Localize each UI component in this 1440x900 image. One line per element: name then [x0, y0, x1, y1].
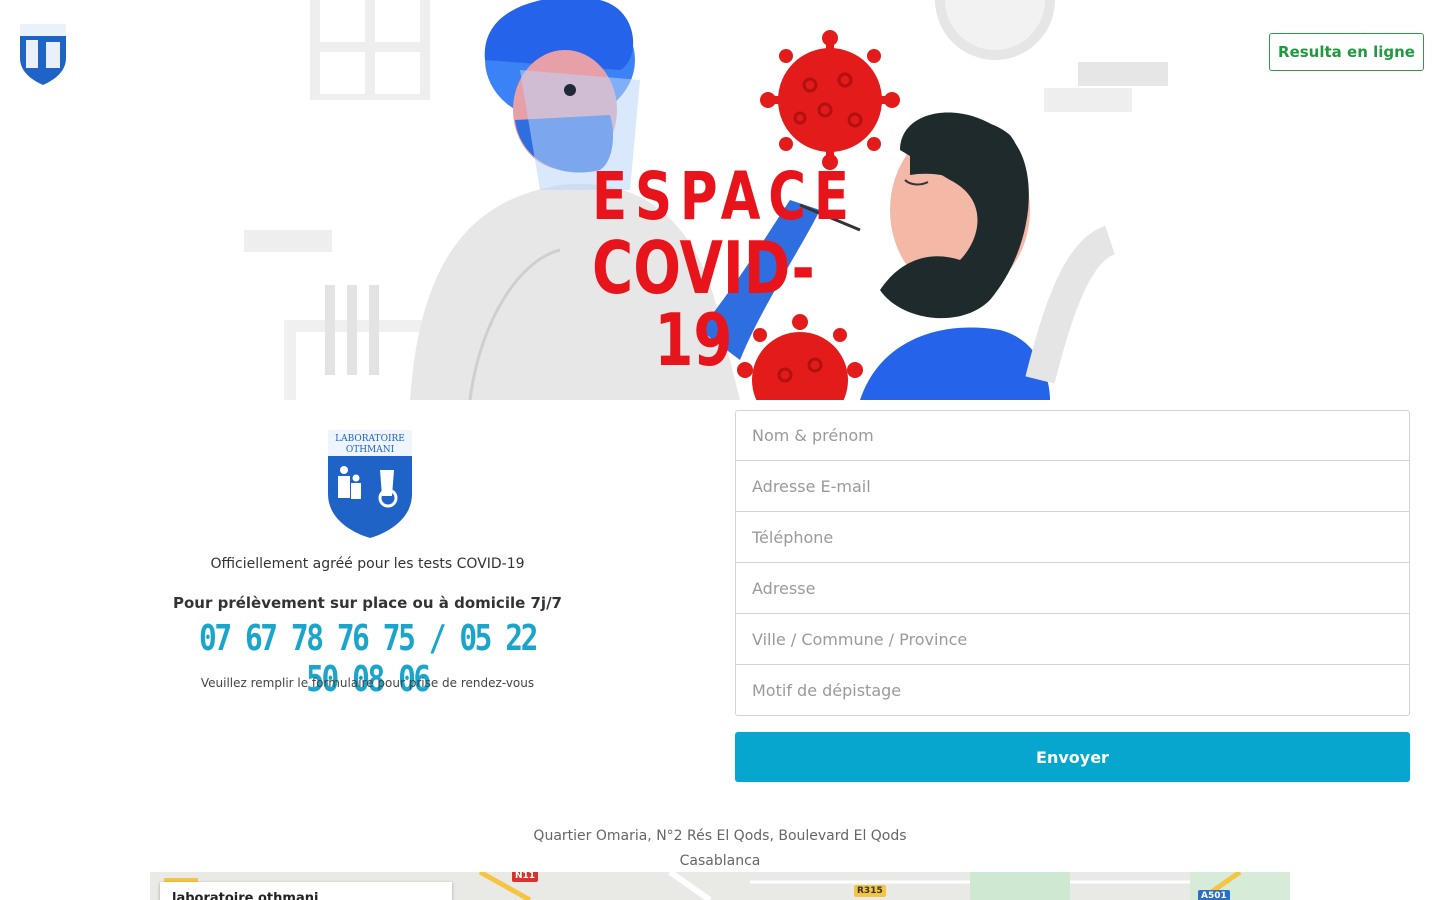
hero-banner: ESPACE COVID-19	[0, 0, 1440, 400]
hero-title: ESPACE COVID-19	[592, 158, 857, 382]
logo-text-line2: OTHMANI	[346, 445, 395, 455]
road-label-n11: N11	[512, 872, 539, 882]
phone-field[interactable]	[735, 512, 1410, 563]
shield-logo-icon	[20, 24, 66, 85]
address-field[interactable]	[735, 563, 1410, 614]
shield-logo-icon: LABORATOIRE OTHMANI	[328, 430, 412, 538]
email-field[interactable]	[735, 461, 1410, 512]
address-line2: Casablanca	[679, 853, 761, 869]
map-embed[interactable]: laboratoire othmani N11 R315 A501	[150, 872, 1290, 900]
hero-title-line1: ESPACE	[592, 158, 857, 235]
phone-input[interactable]	[752, 527, 1393, 547]
appointment-form	[735, 410, 1410, 716]
results-online-button[interactable]: Resulta en ligne	[1269, 33, 1424, 71]
reason-input[interactable]	[752, 680, 1393, 700]
header-logo[interactable]	[18, 22, 68, 86]
city-field[interactable]	[735, 614, 1410, 665]
address-block: Quartier Omaria, N°2 Rés El Qods, Boulev…	[0, 824, 1440, 874]
lab-logo: LABORATOIRE OTHMANI	[326, 428, 414, 540]
reason-field[interactable]	[735, 665, 1410, 716]
approval-text: Officiellement agréé pour les tests COVI…	[210, 556, 525, 572]
email-input[interactable]	[752, 476, 1393, 496]
road-label-a501: A501	[1198, 890, 1230, 900]
city-input[interactable]	[752, 629, 1393, 649]
form-instruction: Veuillez remplir le formulaire pour pris…	[200, 676, 535, 690]
hero-title-line2: COVID-19	[592, 226, 815, 382]
address-input[interactable]	[752, 578, 1393, 598]
name-field[interactable]	[735, 410, 1410, 461]
name-input[interactable]	[752, 426, 1393, 445]
submit-button[interactable]: Envoyer	[735, 732, 1410, 782]
road-label-r315: R315	[854, 885, 886, 897]
pickup-text: Pour prélèvement sur place ou à domicile…	[173, 594, 562, 612]
map-place-card[interactable]: laboratoire othmani	[160, 882, 452, 900]
address-line1: Quartier Omaria, N°2 Rés El Qods, Boulev…	[533, 828, 907, 844]
logo-text-line1: LABORATOIRE	[335, 434, 405, 444]
